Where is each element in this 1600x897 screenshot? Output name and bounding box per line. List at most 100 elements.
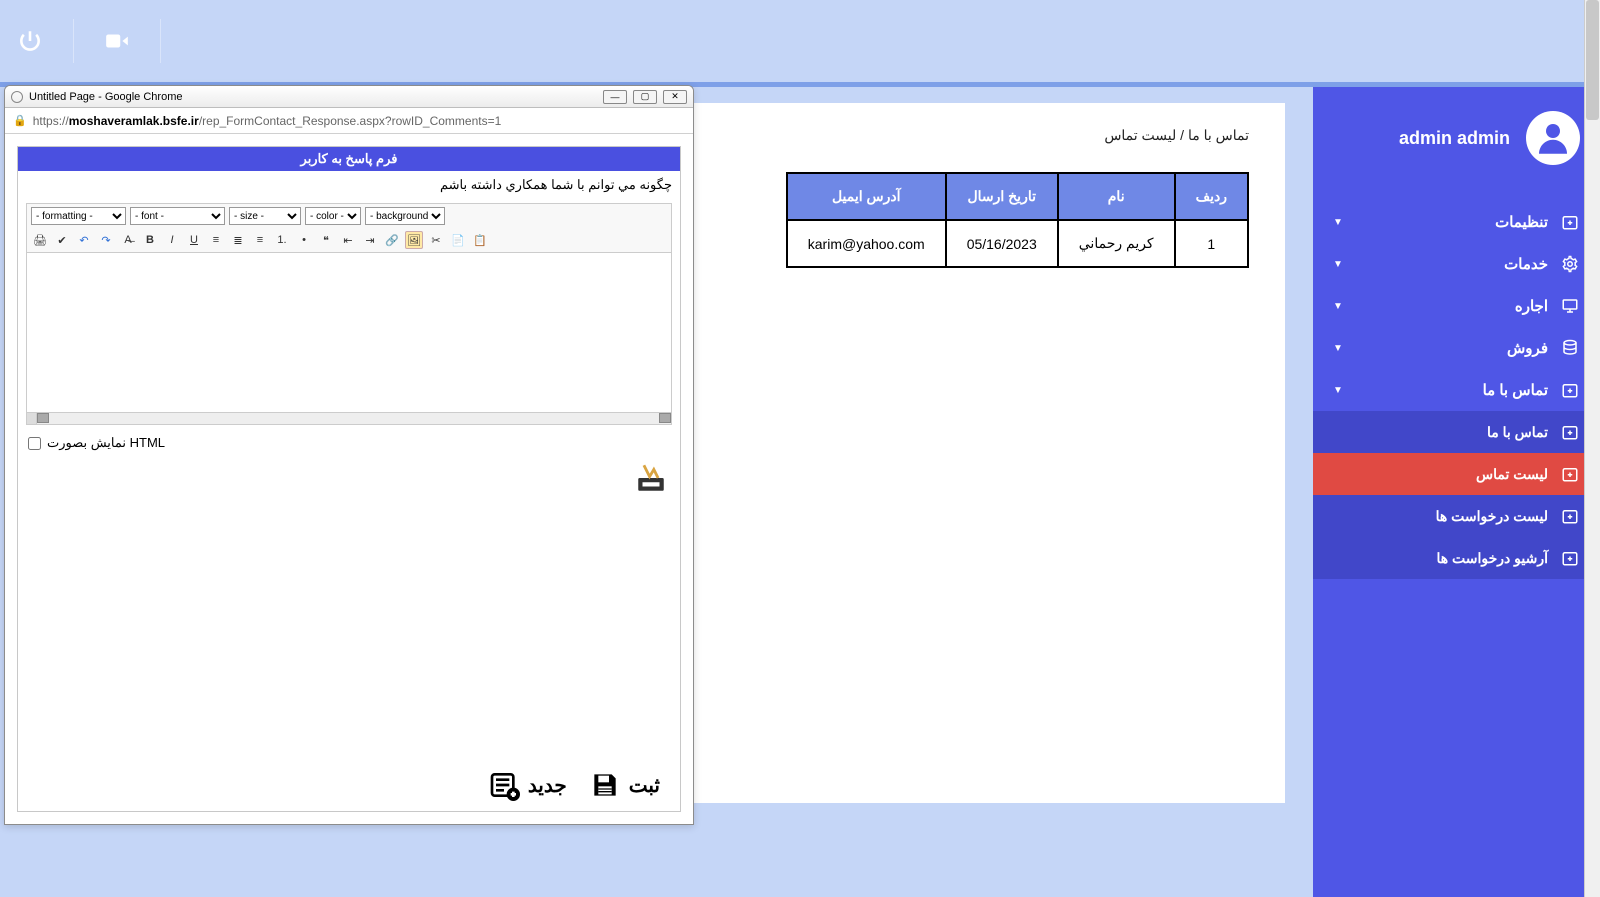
submenu-request-archive[interactable]: آرشیو درخواست ها: [1313, 537, 1600, 579]
cell-name: كريم رحماني: [1058, 220, 1175, 267]
clear-format-icon[interactable]: A̶: [119, 231, 137, 249]
italic-icon[interactable]: I: [163, 231, 181, 249]
popup-window: Untitled Page - Google Chrome — ▢ ✕ 🔒 ht…: [4, 85, 694, 825]
outdent-icon[interactable]: ⇤: [339, 231, 357, 249]
calendar-plus-icon: [1560, 381, 1580, 399]
menu-label: فروش: [1355, 339, 1548, 357]
address-bar[interactable]: 🔒 https://moshaveramlak.bsfe.ir/rep_Form…: [5, 108, 693, 134]
background-select[interactable]: - background -: [365, 207, 445, 225]
calendar-plus-icon: [1560, 465, 1580, 483]
url-path: /rep_FormContact_Response.aspx?rowID_Com…: [199, 114, 501, 128]
link-icon[interactable]: 🔗: [383, 231, 401, 249]
slider-track[interactable]: [37, 413, 671, 424]
save-draft-button[interactable]: [634, 461, 668, 495]
indent-icon[interactable]: ⇥: [361, 231, 379, 249]
scrollbar-thumb[interactable]: [1586, 0, 1599, 120]
popup-body: فرم پاسخ به كاربر چگونه مي توانم با شما …: [5, 134, 693, 824]
calendar-plus-icon: [1560, 549, 1580, 567]
submenu-contact-list[interactable]: لیست تماس: [1313, 453, 1600, 495]
menu-contact[interactable]: تماس با ما ▼: [1313, 369, 1600, 411]
power-icon[interactable]: [15, 26, 45, 56]
calendar-plus-icon: [1560, 507, 1580, 525]
save-button[interactable]: ثبت: [589, 769, 660, 801]
th-date: تاریخ ارسال: [946, 173, 1058, 220]
table-row[interactable]: 1 كريم رحماني 05/16/2023 karim@yahoo.com: [787, 220, 1248, 267]
quote-icon[interactable]: ❝: [317, 231, 335, 249]
close-button[interactable]: ✕: [663, 90, 687, 104]
spellcheck-icon[interactable]: ✔: [53, 231, 71, 249]
menu-rent[interactable]: اجاره ▼: [1313, 285, 1600, 327]
menu-label: تماس با ما: [1355, 381, 1548, 399]
submenu-request-list[interactable]: لیست درخواست ها: [1313, 495, 1600, 537]
chevron-down-icon: ▼: [1333, 385, 1343, 396]
redo-icon[interactable]: ↷: [97, 231, 115, 249]
image-icon[interactable]: 🖼: [405, 231, 423, 249]
chevron-down-icon: ▼: [1333, 343, 1343, 354]
color-select[interactable]: - color -: [305, 207, 361, 225]
topbar-divider: [160, 19, 161, 63]
cell-row: 1: [1175, 220, 1248, 267]
html-view-toggle[interactable]: نمایش بصورت HTML: [28, 435, 670, 451]
globe-icon: [11, 91, 23, 103]
topbar: [0, 0, 1600, 82]
save-label: ثبت: [629, 773, 660, 798]
submenu-label: لیست درخواست ها: [1436, 508, 1548, 525]
topbar-divider: [73, 19, 74, 63]
paste-icon[interactable]: 📋: [471, 231, 489, 249]
size-select[interactable]: - size -: [229, 207, 301, 225]
table-header-row: ردیف نام تاریخ ارسال آدرس ایمیل: [787, 173, 1248, 220]
menu-services[interactable]: خدمات ▼: [1313, 243, 1600, 285]
submenu-label: تماس با ما: [1487, 424, 1548, 441]
undo-icon[interactable]: ↶: [75, 231, 93, 249]
new-button[interactable]: جدید: [488, 769, 567, 801]
submenu-label: لیست تماس: [1476, 466, 1548, 483]
align-center-icon[interactable]: ≣: [229, 231, 247, 249]
message-subject: چگونه مي توانم با شما همكاري داشته باشم: [18, 171, 680, 199]
unordered-list-icon[interactable]: •: [295, 231, 313, 249]
chevron-down-icon: ▼: [1333, 217, 1343, 228]
submenu-contact-us[interactable]: تماس با ما: [1313, 411, 1600, 453]
menu-label: خدمات: [1355, 255, 1548, 273]
profile-block: admin admin: [1313, 87, 1600, 201]
underline-icon[interactable]: U: [185, 231, 203, 249]
editor-toolbar-row-1: - formatting - - font - - size - - color…: [27, 204, 671, 228]
new-label: جدید: [528, 773, 567, 798]
align-right-icon[interactable]: ≡: [251, 231, 269, 249]
menu-label: تنظیمات: [1355, 213, 1548, 231]
url-host: moshaveramlak.bsfe.ir: [69, 114, 199, 128]
minimize-button[interactable]: —: [603, 90, 627, 104]
print-icon[interactable]: 🖨: [31, 231, 49, 249]
menu-settings[interactable]: تنظیمات ▼: [1313, 201, 1600, 243]
ordered-list-icon[interactable]: 1.: [273, 231, 291, 249]
copy-icon[interactable]: 📄: [449, 231, 467, 249]
contacts-table: ردیف نام تاریخ ارسال آدرس ایمیل 1 كريم ر…: [786, 172, 1249, 268]
form-header: فرم پاسخ به كاربر: [18, 147, 680, 171]
chevron-down-icon: ▼: [1333, 259, 1343, 270]
gear-icon: [1560, 255, 1580, 273]
video-icon[interactable]: [102, 26, 132, 56]
html-view-label: نمایش بصورت HTML: [47, 435, 165, 451]
editor-textarea[interactable]: [26, 253, 672, 413]
menu-sale[interactable]: فروش ▼: [1313, 327, 1600, 369]
cell-date: 05/16/2023: [946, 220, 1058, 267]
font-select[interactable]: - font -: [130, 207, 225, 225]
align-left-icon[interactable]: ≡: [207, 231, 225, 249]
cell-email: karim@yahoo.com: [787, 220, 946, 267]
cut-icon[interactable]: ✂: [427, 231, 445, 249]
lock-icon: 🔒: [13, 114, 27, 127]
page-scrollbar[interactable]: [1584, 0, 1600, 897]
url-text: https://moshaveramlak.bsfe.ir/rep_FormCo…: [33, 114, 502, 128]
maximize-button[interactable]: ▢: [633, 90, 657, 104]
editor-toolbar: - formatting - - font - - size - - color…: [26, 203, 672, 253]
slider-thumb-right[interactable]: [659, 413, 671, 423]
popup-titlebar[interactable]: Untitled Page - Google Chrome — ▢ ✕: [5, 86, 693, 108]
slider-thumb-left[interactable]: [37, 413, 49, 423]
th-name: نام: [1058, 173, 1175, 220]
bold-icon[interactable]: B: [141, 231, 159, 249]
calendar-plus-icon: [1560, 423, 1580, 441]
formatting-select[interactable]: - formatting -: [31, 207, 126, 225]
html-view-checkbox[interactable]: [28, 437, 41, 450]
sidebar: admin admin تنظیمات ▼ خدمات ▼ اجاره ▼ فر…: [1313, 87, 1600, 897]
menu-label: اجاره: [1355, 297, 1548, 315]
response-form-card: فرم پاسخ به كاربر چگونه مي توانم با شما …: [17, 146, 681, 812]
